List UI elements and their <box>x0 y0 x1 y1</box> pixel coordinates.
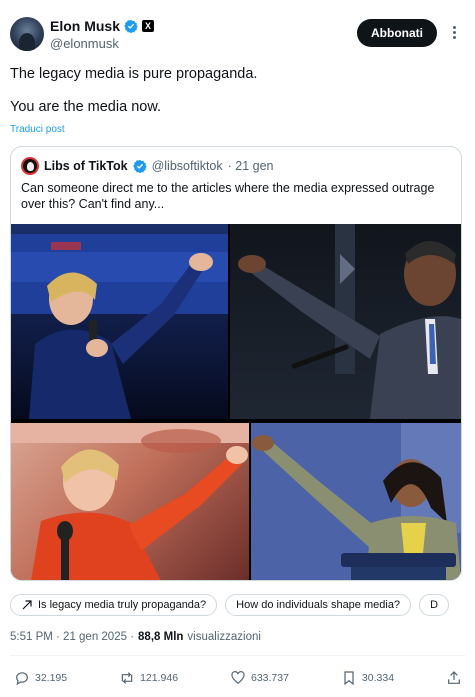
repost-count: 121.946 <box>140 672 179 684</box>
author-handle[interactable]: @elonmusk <box>50 36 119 51</box>
bookmark-icon <box>344 671 354 686</box>
tweet-line-1: The legacy media is pure propaganda. <box>10 66 258 82</box>
affiliate-badge-icon: X <box>142 20 155 32</box>
reply-button[interactable]: 32.195 <box>14 670 67 686</box>
quoted-post[interactable]: Libs of TikTok @libsoftiktok · 21 gen Ca… <box>10 146 462 581</box>
quoted-author-handle[interactable]: @libsoftiktok <box>152 159 223 173</box>
views-label: visualizzazioni <box>187 631 261 643</box>
suggestion-chip-2[interactable]: How do individuals shape media? <box>225 594 412 616</box>
more-options-icon[interactable] <box>445 22 463 42</box>
repost-icon <box>121 672 133 684</box>
post-timestamp[interactable]: 5:51 PM · 21 gen 2025 · <box>10 631 134 643</box>
suggestion-label: Is legacy media truly propaganda? <box>38 599 207 611</box>
verified-badge-icon <box>124 19 138 33</box>
author-name[interactable]: Elon Musk <box>50 18 120 34</box>
follow-button[interactable]: Abbonati <box>357 19 437 47</box>
suggestion-chip-3[interactable]: D <box>419 594 450 616</box>
quoted-author-name[interactable]: Libs of TikTok <box>44 159 128 173</box>
bookmark-count: 30.334 <box>361 672 395 684</box>
translate-link[interactable]: Traduci post <box>10 124 65 135</box>
media-photo-4[interactable] <box>251 423 461 580</box>
reply-count: 32.195 <box>35 672 68 684</box>
repost-button[interactable]: 121.946 <box>119 670 178 686</box>
suggestion-label: How do individuals shape media? <box>236 599 401 611</box>
grok-icon <box>22 600 32 610</box>
like-count: 633.737 <box>251 672 289 684</box>
verified-badge-icon <box>132 159 147 173</box>
media-photo-2[interactable] <box>230 224 461 419</box>
reply-icon <box>16 672 28 686</box>
bookmark-button[interactable]: 30.334 <box>341 670 394 686</box>
suggestion-chip-1[interactable]: Is legacy media truly propaganda? <box>10 594 218 616</box>
tweet-line-2: You are the media now. <box>10 99 162 115</box>
author-name-line: Elon Musk X <box>50 18 155 34</box>
quoted-header: Libs of TikTok @libsoftiktok · 21 gen <box>21 157 274 175</box>
media-grid <box>11 224 461 580</box>
action-bar: 32.195 121.946 633.737 30.334 <box>14 667 462 689</box>
heart-icon <box>231 671 245 685</box>
like-button[interactable]: 633.737 <box>230 670 289 686</box>
quoted-date: · 21 gen <box>227 159 274 173</box>
avatar[interactable] <box>10 17 44 51</box>
post-metadata: 5:51 PM · 21 gen 2025 · 88,8 Mln visuali… <box>10 631 261 643</box>
post-header: Elon Musk X @elonmusk Abbonati <box>10 10 465 51</box>
grok-suggestions: Is legacy media truly propaganda? How do… <box>10 594 465 616</box>
views-count: 88,8 Mln <box>138 631 184 643</box>
share-icon <box>448 671 460 684</box>
quoted-text: Can someone direct me to the articles wh… <box>21 181 435 211</box>
quoted-avatar[interactable] <box>21 157 39 175</box>
divider <box>10 655 465 656</box>
media-photo-3[interactable] <box>11 423 249 580</box>
share-button[interactable] <box>446 670 462 686</box>
media-photo-1[interactable] <box>11 224 228 419</box>
tweet-text: The legacy media is pure propaganda. You… <box>10 65 460 117</box>
suggestion-label: D <box>430 599 439 611</box>
